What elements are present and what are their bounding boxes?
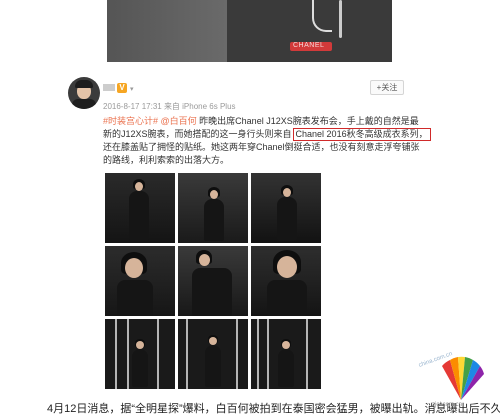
peacock-logo-icon [442,356,484,400]
post-line-1-text: 昨晚出席Chanel J12XS腕表发布会，手上戴的自然是最 [196,116,419,126]
figure-head [283,188,291,197]
figure-body [205,345,221,387]
earphone-cable [312,0,332,32]
figure-body [204,199,224,241]
post-line-2: 新的J12XS腕表，而她搭配的这一身行头则来自 Chanel 2016秋冬高级成衣… [103,128,433,141]
post-line-4: 的路线，利利索索的出落大方。 [103,155,230,165]
grid-image-2[interactable] [178,173,248,243]
topic-link[interactable]: #时装宫心计# [103,116,158,126]
figure-head [125,258,143,278]
grid-image-8[interactable] [178,319,248,389]
red-tag-text: CHANEL [293,42,325,49]
highlighted-text: Chanel 2016秋冬高级成衣系列， [292,128,431,141]
chevron-down-icon[interactable]: ▾ [130,85,134,93]
light-stripe [186,319,188,389]
figure-body [192,268,232,316]
username-redacted[interactable] [103,84,115,91]
avatar-shirt [72,99,96,109]
grid-image-1[interactable] [105,173,175,243]
grid-image-6[interactable] [251,246,321,316]
follow-button[interactable]: +关注 [370,80,404,95]
light-stripe [127,319,129,389]
figure-body [277,197,297,241]
site-logo-text: zjol.com.cn [432,402,463,408]
figure-head [209,337,217,345]
grid-image-7[interactable] [105,319,175,389]
figure-head [199,254,210,266]
mention-link[interactable]: @白百何 [161,116,197,126]
light-stripe [157,319,159,389]
grid-image-5[interactable] [178,246,248,316]
figure-body [129,191,149,241]
figure-body [117,280,153,316]
figure-head [135,182,143,191]
top-post-photo[interactable]: CHANEL [107,0,392,62]
post-text: #时装宫心计# @白百何 昨晚出席Chanel J12XS腕表发布会，手上戴的自… [103,115,433,167]
verified-badge-icon: V [117,83,127,93]
figure-body [278,349,294,387]
post-line-2-text: 新的J12XS腕表，而她搭配的这一身行头则来自 [103,129,292,139]
figure-body [267,280,307,316]
post-meta: 2016-8-17 17:31 来自 iPhone 6s Plus [103,102,236,111]
figure-head [210,190,218,199]
light-stripe [267,319,269,389]
grid-image-4[interactable] [105,246,175,316]
earphone-cable-2 [339,0,342,38]
post-line-1: #时装宫心计# @白百何 昨晚出席Chanel J12XS腕表发布会，手上戴的自… [103,115,433,128]
figure-head [277,256,297,278]
light-stripe [257,319,259,389]
figure-body [132,349,148,387]
avatar-hair [75,80,93,88]
post-line-3: 还在膝盖贴了拥怪的贴纸。她这两年穿Chanel倒挺合适，也没有刻意走浮夸铺张 [103,142,420,152]
light-stripe [115,319,117,389]
user-avatar[interactable] [68,77,100,109]
light-stripe [306,319,308,389]
grid-image-3[interactable] [251,173,321,243]
grid-image-9[interactable] [251,319,321,389]
photo-background [107,0,227,62]
light-stripe [236,319,238,389]
figure-head [136,341,144,349]
figure-head [282,341,290,349]
